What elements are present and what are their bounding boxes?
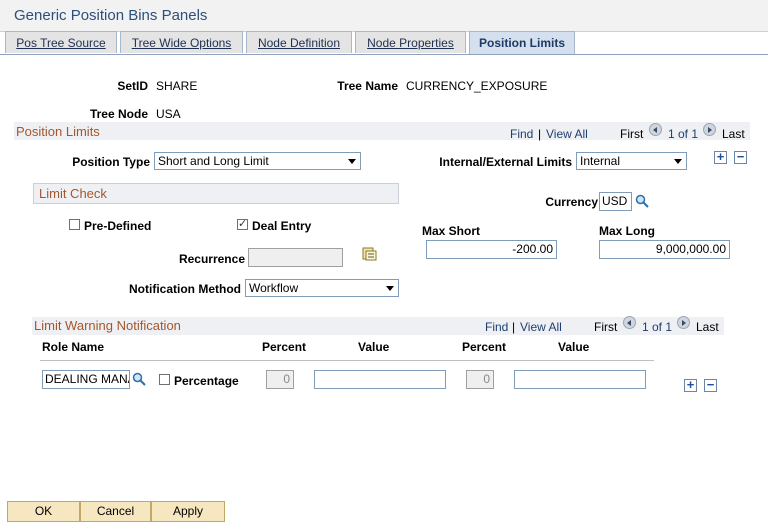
tree-node-label: Tree Node bbox=[89, 107, 148, 121]
deal-entry-label: Deal Entry bbox=[252, 219, 312, 233]
tab-pos-tree-source[interactable]: Pos Tree Source bbox=[5, 31, 117, 53]
max-short-label: Max Short bbox=[422, 224, 481, 238]
previous-row-icon[interactable] bbox=[623, 316, 636, 329]
notification-method-select[interactable]: Workflow bbox=[245, 279, 399, 297]
limit-check-title: Limit Check bbox=[39, 186, 107, 201]
percent-input: 0 bbox=[466, 370, 494, 389]
deal-entry-checkbox[interactable] bbox=[237, 217, 248, 230]
position-type-select[interactable]: Short and Long Limit bbox=[154, 152, 361, 170]
page-title-bar: Generic Position Bins Panels bbox=[0, 0, 768, 32]
max-long-input[interactable]: 9,000,000.00 bbox=[599, 240, 730, 259]
recurrence-label: Recurrence bbox=[178, 252, 245, 266]
currency-label: Currency bbox=[545, 195, 598, 209]
row-count: 1 of 1 bbox=[642, 320, 673, 334]
setid-value: SHARE bbox=[156, 79, 198, 93]
warning-find-link[interactable]: Find bbox=[485, 320, 508, 334]
grid-divider bbox=[40, 360, 654, 361]
next-row-icon[interactable] bbox=[703, 123, 716, 136]
max-long-label: Max Long bbox=[599, 224, 655, 238]
position-limits-view-all-link[interactable]: View All bbox=[546, 127, 588, 141]
page-title: Generic Position Bins Panels bbox=[14, 7, 208, 24]
chevron-down-icon bbox=[386, 286, 394, 291]
predefined-checkbox[interactable] bbox=[69, 219, 80, 230]
recurrence-input bbox=[248, 248, 343, 267]
add-row-icon[interactable]: + bbox=[684, 378, 697, 392]
delete-row-icon[interactable]: − bbox=[704, 378, 717, 392]
tab-node-definition[interactable]: Node Definition bbox=[246, 31, 352, 53]
value-input[interactable] bbox=[314, 370, 446, 389]
ok-button[interactable]: OK bbox=[7, 501, 80, 522]
last-label: Last bbox=[722, 127, 745, 141]
value-input[interactable] bbox=[514, 370, 646, 389]
row-count: 1 of 1 bbox=[668, 127, 699, 141]
delete-row-icon[interactable]: − bbox=[734, 150, 747, 164]
tree-name-value: CURRENCY_EXPOSURE bbox=[406, 79, 548, 93]
apply-button[interactable]: Apply bbox=[151, 501, 225, 522]
col-percent: Percent bbox=[462, 340, 507, 354]
tree-name-label: Tree Name bbox=[337, 79, 398, 93]
tab-tree-wide-options[interactable]: Tree Wide Options bbox=[120, 31, 243, 53]
col-role-name: Role Name bbox=[42, 340, 105, 354]
position-limits-title: Position Limits bbox=[16, 124, 100, 139]
percentage-checkbox[interactable] bbox=[159, 374, 170, 385]
last-label: Last bbox=[696, 320, 719, 334]
first-label: First bbox=[620, 127, 644, 141]
first-label: First bbox=[594, 320, 618, 334]
next-row-icon[interactable] bbox=[677, 316, 690, 329]
notification-method-label: Notification Method bbox=[129, 282, 241, 296]
search-icon[interactable] bbox=[635, 194, 649, 208]
warning-view-all-link[interactable]: View All bbox=[520, 320, 562, 334]
position-limits-find-link[interactable]: Find bbox=[510, 127, 533, 141]
tree-node-value: USA bbox=[156, 107, 181, 121]
internal-external-select[interactable]: Internal bbox=[576, 152, 687, 170]
previous-row-icon[interactable] bbox=[649, 123, 662, 136]
cancel-button[interactable]: Cancel bbox=[80, 501, 151, 522]
search-icon[interactable] bbox=[132, 372, 146, 386]
percent-input: 0 bbox=[266, 370, 294, 389]
predefined-label: Pre-Defined bbox=[84, 219, 152, 233]
setid-label: SetID bbox=[117, 79, 148, 93]
nav-separator: | bbox=[512, 320, 516, 334]
col-value: Value bbox=[358, 340, 390, 354]
internal-external-label: Internal/External Limits bbox=[439, 155, 572, 169]
chevron-down-icon bbox=[348, 159, 356, 164]
position-type-label: Position Type bbox=[72, 155, 150, 169]
tab-position-limits[interactable]: Position Limits bbox=[469, 31, 575, 54]
tab-node-properties[interactable]: Node Properties bbox=[355, 31, 466, 53]
limit-warning-title: Limit Warning Notification bbox=[34, 318, 181, 333]
percentage-label: Percentage bbox=[174, 374, 239, 388]
add-row-icon[interactable]: + bbox=[714, 150, 727, 164]
max-short-input[interactable]: -200.00 bbox=[426, 240, 557, 259]
nav-separator: | bbox=[538, 127, 542, 141]
role-name-input[interactable]: DEALING MANA bbox=[42, 370, 130, 389]
chevron-down-icon bbox=[674, 159, 682, 164]
col-percent: Percent bbox=[262, 340, 307, 354]
currency-input[interactable]: USD bbox=[599, 192, 632, 211]
recurrence-calendar-icon[interactable] bbox=[362, 246, 377, 261]
col-value: Value bbox=[558, 340, 590, 354]
